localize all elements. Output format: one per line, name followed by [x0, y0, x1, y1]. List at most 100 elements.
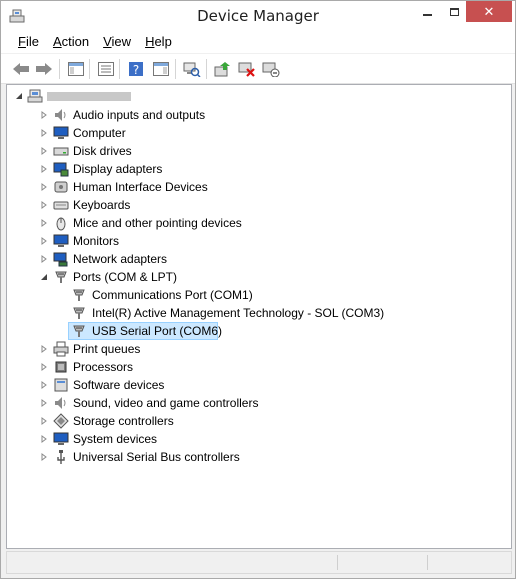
printer-icon	[53, 341, 69, 357]
tree-item-display-adapters[interactable]: Display adapters	[73, 160, 162, 178]
show-hide-console-tree-button[interactable]	[66, 59, 86, 79]
toolbar-separator	[89, 59, 90, 79]
device-manager-window: Device Manager ✕ File Action View Help ?	[0, 0, 516, 579]
tree-item-network-adapters[interactable]: Network adapters	[73, 250, 167, 268]
tree-item-storage-controllers[interactable]: Storage controllers	[73, 412, 174, 430]
mouse-icon	[56, 217, 66, 231]
properties-button[interactable]	[96, 59, 116, 79]
tree-item-communications-port-com1[interactable]: Communications Port (COM1)	[92, 286, 253, 304]
properties-icon	[98, 62, 114, 76]
minimize-icon	[423, 13, 432, 16]
root-collapse-arrow-icon[interactable]	[14, 91, 24, 101]
network-adapter-icon	[53, 252, 68, 267]
expand-arrow-icon[interactable]	[39, 110, 49, 120]
show-action-pane-button[interactable]	[151, 59, 171, 79]
minimize-button[interactable]	[414, 1, 441, 22]
enable-device-icon	[262, 62, 280, 77]
tree-item-mice-and-other-pointing-devices[interactable]: Mice and other pointing devices	[73, 214, 242, 232]
collapse-arrow-icon[interactable]	[39, 272, 49, 282]
sound-icon	[55, 397, 66, 409]
expand-arrow-icon[interactable]	[39, 434, 49, 444]
scan-hardware-button[interactable]	[182, 59, 202, 79]
port-icon	[73, 325, 85, 337]
tree-item-ports-com-lpt[interactable]: Ports (COM & LPT)	[73, 268, 177, 286]
tree-item-processors[interactable]: Processors	[73, 358, 133, 376]
maximize-button[interactable]	[441, 1, 468, 22]
expand-arrow-icon[interactable]	[39, 182, 49, 192]
toolbar-separator	[119, 59, 120, 79]
port-icon	[73, 307, 85, 319]
tree-item-audio-inputs-and-outputs[interactable]: Audio inputs and outputs	[73, 106, 205, 124]
svg-text:?: ?	[133, 63, 139, 77]
toolbar: ?	[1, 54, 515, 84]
menu-bar: File Action View Help	[1, 31, 515, 53]
computer-name-redacted[interactable]	[47, 92, 131, 101]
status-bar-divider	[427, 555, 428, 570]
expand-arrow-icon[interactable]	[39, 200, 49, 210]
hid-icon	[54, 181, 68, 193]
menu-view[interactable]: View	[96, 31, 138, 53]
storage-controller-icon	[53, 413, 69, 429]
help-button[interactable]: ?	[126, 59, 146, 79]
close-button[interactable]: ✕	[466, 1, 512, 22]
expand-arrow-icon[interactable]	[39, 416, 49, 426]
tree-item-intel-r-active-management-technology-sol-com3[interactable]: Intel(R) Active Management Technology - …	[92, 304, 384, 322]
expand-arrow-icon[interactable]	[39, 146, 49, 156]
expand-arrow-icon[interactable]	[39, 254, 49, 264]
status-bar	[6, 551, 512, 574]
expand-arrow-icon[interactable]	[39, 398, 49, 408]
expand-arrow-icon[interactable]	[39, 344, 49, 354]
uninstall-device-button[interactable]	[237, 59, 257, 79]
processor-icon	[55, 361, 67, 373]
back-button[interactable]	[11, 59, 31, 79]
expand-arrow-icon[interactable]	[39, 164, 49, 174]
tree-item-disk-drives[interactable]: Disk drives	[73, 142, 132, 160]
status-bar-divider	[337, 555, 338, 570]
port-icon	[55, 271, 67, 283]
toolbar-separator	[206, 59, 207, 79]
expand-arrow-icon[interactable]	[39, 128, 49, 138]
software-device-icon	[54, 378, 68, 392]
expand-arrow-icon[interactable]	[39, 452, 49, 462]
tree-item-system-devices[interactable]: System devices	[73, 430, 157, 448]
port-icon	[73, 289, 85, 301]
show-panel-icon	[153, 62, 169, 76]
console-tree-icon	[68, 62, 84, 76]
menu-file[interactable]: File	[11, 31, 46, 53]
update-driver-button[interactable]	[213, 59, 233, 79]
computer-icon	[53, 126, 69, 139]
device-tree[interactable]: Audio inputs and outputs Computer Disk dri…	[6, 84, 512, 549]
tree-item-print-queues[interactable]: Print queues	[73, 340, 140, 358]
menu-action[interactable]: Action	[46, 31, 96, 53]
display-adapter-icon	[53, 162, 69, 177]
menu-help[interactable]: Help	[138, 31, 179, 53]
tree-item-computer[interactable]: Computer	[73, 124, 126, 142]
tree-item-monitors[interactable]: Monitors	[73, 232, 119, 250]
system-device-icon	[53, 432, 69, 445]
tree-item-universal-serial-bus-controllers[interactable]: Universal Serial Bus controllers	[73, 448, 240, 466]
monitor-icon	[53, 234, 69, 247]
toolbar-separator	[59, 59, 60, 79]
update-driver-icon	[214, 62, 230, 77]
tree-item-usb-serial-port-com6[interactable]: USB Serial Port (COM6)	[92, 322, 222, 340]
disk-drive-icon	[53, 147, 69, 156]
expand-arrow-icon[interactable]	[39, 218, 49, 228]
back-arrow-icon	[13, 63, 29, 75]
expand-arrow-icon[interactable]	[39, 380, 49, 390]
forward-arrow-icon	[36, 63, 52, 75]
forward-button[interactable]	[34, 59, 54, 79]
scan-hardware-icon	[183, 62, 201, 77]
title-bar[interactable]: Device Manager ✕	[1, 1, 515, 31]
uninstall-icon	[238, 62, 255, 77]
enable-device-button[interactable]	[261, 59, 281, 79]
expand-arrow-icon[interactable]	[39, 362, 49, 372]
tree-item-software-devices[interactable]: Software devices	[73, 376, 164, 394]
toolbar-separator	[175, 59, 176, 79]
help-icon: ?	[129, 62, 143, 77]
tree-item-sound-video-and-game-controllers[interactable]: Sound, video and game controllers	[73, 394, 258, 412]
tree-item-keyboards[interactable]: Keyboards	[73, 196, 130, 214]
usb-icon	[57, 450, 65, 464]
maximize-icon	[450, 7, 459, 16]
tree-item-human-interface-devices[interactable]: Human Interface Devices	[73, 178, 208, 196]
expand-arrow-icon[interactable]	[39, 236, 49, 246]
